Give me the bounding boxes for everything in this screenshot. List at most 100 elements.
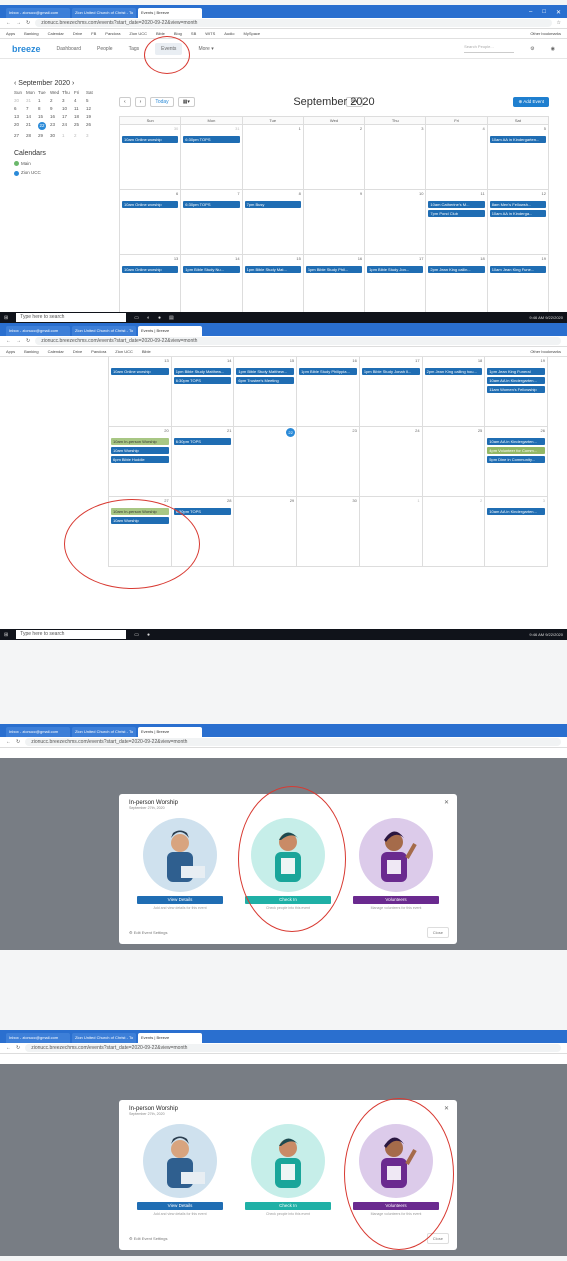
- bookmark[interactable]: SB: [191, 31, 196, 36]
- calendar-day-cell[interactable]: 16 1pm Bible Study Philippia...: [297, 357, 360, 427]
- minimize-icon[interactable]: –: [529, 9, 532, 16]
- calendar-day-cell[interactable]: 7 6:30pm TOPS: [181, 190, 243, 255]
- calendar-day-cell[interactable]: 5 10am AA in Kindergarten...: [487, 125, 549, 190]
- calendar-day-cell[interactable]: 13 10am Online worship: [120, 255, 182, 320]
- calendar-event[interactable]: 10am AA in Kindergarten...: [487, 438, 545, 445]
- calendar-day-cell[interactable]: 14 1pm Bible Study Nu...: [181, 255, 243, 320]
- chrome-icon[interactable]: ●: [158, 315, 161, 321]
- calendar-day-cell[interactable]: 20 10am In-person Worship 10am Worship 6pm …: [109, 427, 172, 497]
- mini-day[interactable]: 28: [26, 133, 38, 138]
- calendar-event[interactable]: 1pm Jean King Funeral: [487, 368, 545, 375]
- back-icon[interactable]: ←: [6, 1045, 11, 1051]
- calendar-day-cell[interactable]: 2: [303, 125, 366, 190]
- mini-day[interactable]: 9: [50, 106, 62, 111]
- close-button[interactable]: Close: [426, 1233, 449, 1244]
- mini-day[interactable]: 5: [86, 98, 98, 103]
- calendar-item[interactable]: Main: [14, 161, 106, 167]
- forward-icon[interactable]: →: [16, 338, 21, 344]
- chrome-icon[interactable]: ●: [147, 632, 150, 638]
- browser-tab[interactable]: Inbox - zionucc@gmail.com: [6, 8, 70, 18]
- mini-day[interactable]: 26: [86, 122, 98, 130]
- calendar-day-cell[interactable]: 10: [365, 190, 427, 255]
- calendar-day-cell[interactable]: 15 1pm Bible Study Mat...: [242, 255, 304, 320]
- calendar-event[interactable]: 10am Online worship: [111, 368, 169, 375]
- mini-day[interactable]: 2: [74, 133, 86, 138]
- close-icon[interactable]: ✕: [556, 9, 561, 16]
- forward-icon[interactable]: →: [16, 20, 21, 26]
- url-field[interactable]: zionucc.breezechms.com/events?start_date…: [25, 1044, 561, 1052]
- view-details-button[interactable]: View Details: [137, 1202, 223, 1210]
- calendar-day-cell[interactable]: 6 10am Online worship: [120, 190, 182, 255]
- calendar-day-cell[interactable]: 1: [359, 497, 423, 567]
- calendar-day-cell[interactable]: 18 2pm Jean King calling hou...: [422, 357, 486, 427]
- bookmark[interactable]: Calendar: [48, 31, 64, 36]
- windows-start-icon[interactable]: ⊞: [4, 315, 8, 321]
- calendar-event[interactable]: 10am Online worship: [122, 201, 179, 208]
- calendar-event[interactable]: 6:30pm TOPS: [173, 438, 232, 445]
- nav-events[interactable]: Events: [155, 42, 183, 55]
- url-field[interactable]: zionucc.breezechms.com/events?start_date…: [35, 19, 552, 27]
- bookmark[interactable]: Other bookmarks: [530, 349, 561, 354]
- bookmark[interactable]: Zion UCC: [115, 349, 133, 354]
- bookmark[interactable]: Blog: [174, 31, 182, 36]
- mini-day[interactable]: 16: [50, 114, 62, 119]
- calendar-event[interactable]: 2pm Jean King calling hou...: [424, 368, 483, 375]
- calendar-event[interactable]: 1pm Bible Study Jonah ll...: [361, 368, 420, 375]
- windows-start-icon[interactable]: ⊞: [4, 632, 8, 638]
- mini-day[interactable]: 30: [14, 98, 26, 103]
- reload-icon[interactable]: ↻: [26, 338, 30, 344]
- user-icon[interactable]: ◉: [551, 46, 555, 52]
- calendar-day-cell[interactable]: 9: [303, 190, 366, 255]
- check-in-button[interactable]: Check In: [245, 1202, 331, 1210]
- browser-tab[interactable]: Inbox - zionucc@gmail.com: [6, 727, 70, 737]
- taskbar-search[interactable]: Type here to search: [16, 313, 127, 322]
- mini-day[interactable]: 25: [74, 122, 86, 130]
- calendar-item[interactable]: Zion UCC: [14, 170, 106, 176]
- calendar-day-cell[interactable]: 2: [422, 497, 486, 567]
- view-details-button[interactable]: View Details: [137, 896, 223, 904]
- bookmark[interactable]: Apps: [6, 349, 15, 354]
- close-icon[interactable]: ✕: [444, 799, 449, 806]
- mini-day[interactable]: 20: [14, 122, 26, 130]
- gear-icon[interactable]: ⚙: [530, 46, 534, 52]
- calendar-day-cell[interactable]: 25: [422, 427, 486, 497]
- bookmark[interactable]: Apps: [6, 31, 15, 36]
- url-field[interactable]: zionucc.breezechms.com/events?start_date…: [35, 337, 561, 345]
- mini-day[interactable]: 30: [50, 133, 62, 138]
- taskbar-search[interactable]: Type here to search: [16, 630, 127, 639]
- calendar-event[interactable]: 6pm Trustee's Meeting: [236, 377, 295, 384]
- browser-tab[interactable]: Zion United Church of Christ - To: [72, 727, 136, 737]
- taskview-icon[interactable]: ▭: [134, 315, 139, 321]
- back-icon[interactable]: ←: [6, 739, 11, 745]
- back-icon[interactable]: ←: [6, 338, 11, 344]
- reload-icon[interactable]: ↻: [26, 20, 30, 26]
- calendar-event[interactable]: 1pm Bible Study Matthew...: [173, 368, 232, 375]
- mini-day[interactable]: 21: [26, 122, 38, 130]
- window-controls[interactable]: – □ ✕: [523, 9, 567, 18]
- calendar-event[interactable]: 10am Worship: [111, 447, 169, 454]
- browser-tab-active[interactable]: Events | Breeze: [138, 8, 202, 18]
- calendar-day-cell[interactable]: 24: [359, 427, 423, 497]
- volunteers-button[interactable]: Volunteers: [353, 896, 439, 904]
- calendar-event[interactable]: 10am Jean King Fune...: [489, 266, 546, 273]
- calendar-event[interactable]: 10am AA in Kindergarten...: [487, 377, 545, 384]
- calendar-day-cell[interactable]: 27 10am In-person Worship 10am Worship: [109, 497, 172, 567]
- calendar-event[interactable]: 10am AA in Kindergarten...: [487, 508, 545, 515]
- calendar-day-cell[interactable]: 12 8am Men's Fellowsh... 10am AA in Kinder…: [487, 190, 549, 255]
- mini-day[interactable]: 24: [62, 122, 74, 130]
- mini-day[interactable]: 15: [38, 114, 50, 119]
- calendar-event[interactable]: 10am AA in Kinderga...: [489, 210, 546, 217]
- calendar-day-cell[interactable]: 3: [365, 125, 427, 190]
- bookmark[interactable]: Other bookmarks: [530, 31, 561, 36]
- mini-day[interactable]: 31: [26, 98, 38, 103]
- mini-day[interactable]: 3: [86, 133, 98, 138]
- mini-day[interactable]: 23: [50, 122, 62, 130]
- bookmark[interactable]: Drive: [73, 31, 82, 36]
- mini-day[interactable]: 19: [86, 114, 98, 119]
- calendar-day-cell[interactable]: 31 6:30pm TOPS: [181, 125, 243, 190]
- calendar-event[interactable]: 7pm Pond Club: [428, 210, 485, 217]
- maximize-icon[interactable]: □: [542, 9, 546, 16]
- calendar-event[interactable]: 10am Worship: [111, 517, 169, 524]
- bookmark[interactable]: Bible: [156, 31, 165, 36]
- calendar-event[interactable]: 10am In-person Worship: [111, 438, 169, 445]
